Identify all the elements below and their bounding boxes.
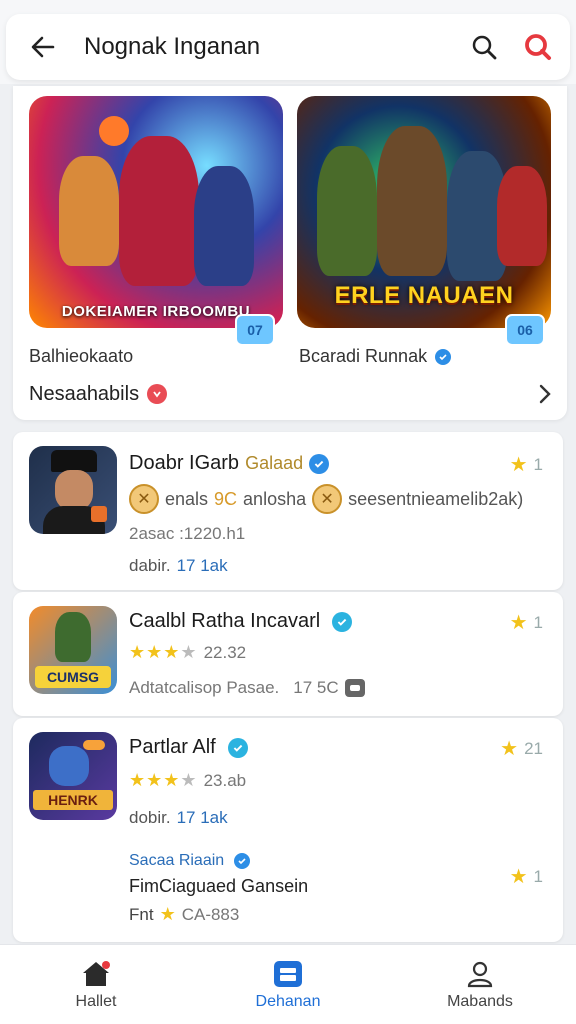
app-icon: HENRK <box>29 732 117 820</box>
rating: ★ 1 <box>510 610 543 635</box>
featured-name: Bcaradi Runnak <box>299 346 452 367</box>
rating: ★ 21 <box>500 736 543 761</box>
meta-value: 17 5C <box>293 678 339 697</box>
score-value: 22.32 <box>203 642 247 662</box>
meta-line: Adtatcalisop Pasae. 17 5C <box>129 678 365 698</box>
app-icon <box>29 446 117 534</box>
score-value: 23.ab <box>203 770 247 790</box>
meta-value: 17 1ak <box>176 808 228 827</box>
controller-icon <box>344 679 365 697</box>
meta-value: 17 1ak <box>176 556 228 575</box>
nav-label: Dehanan <box>255 992 321 1010</box>
verified-icon <box>309 453 330 474</box>
star-icon: ★ <box>509 454 528 476</box>
app-header: Nognak Inganan <box>0 0 576 84</box>
featured-artwork: DOKEIAMER IRBOOMBU <box>29 96 283 328</box>
feature-row: ✕ enals 9C anlosha ✕ seesentnieamelib2ak… <box>129 484 523 514</box>
featured-name: Balhieokaato <box>29 346 133 367</box>
app-title-text: Caalbl Ratha Incavarl <box>129 610 321 632</box>
rating-value: 21 <box>524 738 543 758</box>
app-title: Caalbl Ratha Incavarl <box>129 610 353 633</box>
app-title-sub: Galaad <box>245 453 304 473</box>
brand-search-button[interactable] <box>516 25 560 69</box>
section-header[interactable]: Nesaahabils <box>29 376 553 412</box>
featured-item[interactable]: ERLE NAUAEN 06 Bcaradi Runnak <box>297 96 551 366</box>
footer-label: Fnt <box>129 904 154 924</box>
rating-value: 1 <box>533 612 543 632</box>
search-button[interactable] <box>462 25 506 69</box>
app-icon-label: HENRK <box>33 790 113 810</box>
stars-row: ★★★★ 22.32 <box>129 642 246 663</box>
sub-title: FimCiaguaed Gansein <box>129 876 309 896</box>
rating-value: 1 <box>533 454 543 474</box>
featured-name-label: Bcaradi Runnak <box>299 346 428 366</box>
featured-banner: DOKEIAMER IRBOOMBU <box>61 303 251 320</box>
store-icon <box>274 960 302 987</box>
star-icon: ★ <box>509 612 528 634</box>
star-icon: ★ <box>159 904 176 924</box>
coin-icon: ✕ <box>129 484 159 514</box>
nav-profile[interactable]: Mabands <box>384 945 576 1024</box>
star-icon: ★ <box>509 866 528 888</box>
star-rating: ★★★★ <box>129 642 198 662</box>
feature-text: enals <box>165 488 209 509</box>
meta-line: dabir. 17 1ak <box>129 556 228 576</box>
meta-line: 2asac :1220.h1 <box>129 524 246 543</box>
rating-value: 1 <box>533 866 543 886</box>
app-title: Doabr IGarb Galaad <box>129 452 330 475</box>
section-title: Nesaahabils <box>29 382 140 405</box>
star-icon: ★ <box>500 738 519 760</box>
featured-item[interactable]: DOKEIAMER IRBOOMBU 07 Balhieokaato <box>29 96 283 366</box>
feature-text: seesentnieamelib2ak) <box>348 488 524 509</box>
profile-icon <box>467 961 493 987</box>
arrow-left-icon <box>31 36 55 58</box>
star-rating: ★★★★ <box>129 770 198 790</box>
rating: ★ 1 <box>510 452 543 477</box>
featured-badge: 07 <box>235 314 275 346</box>
meta-label: dabir. <box>129 556 171 575</box>
chevron-right-icon[interactable] <box>537 383 553 405</box>
app-icon: CUMSG <box>29 606 117 694</box>
app-title-text: Partlar Alf <box>129 736 216 758</box>
search-icon <box>472 35 497 60</box>
meta-line: dobir. 17 1ak <box>129 808 228 828</box>
verified-icon <box>435 348 452 365</box>
home-icon <box>83 960 110 986</box>
verified-icon <box>227 737 248 758</box>
search-icon-red <box>525 34 551 60</box>
featured-name-label: Balhieokaato <box>29 346 134 366</box>
nav-store[interactable]: Dehanan <box>192 945 384 1024</box>
meta-text: Adtatcalisop Pasae. <box>129 678 280 697</box>
chevron-down-icon <box>147 384 168 404</box>
app-title-text: Doabr IGarb <box>129 452 240 474</box>
app-icon-label: CUMSG <box>35 666 111 688</box>
app-title: Partlar Alf <box>129 736 248 759</box>
nav-label: Mabands <box>447 992 513 1010</box>
nav-home[interactable]: Hallet <box>0 945 192 1024</box>
footer-value: CA-883 <box>181 904 240 924</box>
coin-icon: ✕ <box>312 484 343 514</box>
footer-row: Fnt ★ CA-883 <box>129 904 239 925</box>
verified-icon <box>234 853 251 869</box>
featured-section: DOKEIAMER IRBOOMBU 07 Balhieokaato ERLE … <box>13 86 567 420</box>
page-title: Nognak Inganan <box>84 33 261 60</box>
rating: ★ 1 <box>510 864 543 889</box>
nav-label: Hallet <box>75 992 117 1010</box>
stars-row: ★★★★ 23.ab <box>129 770 246 791</box>
featured-banner: ERLE NAUAEN <box>334 282 514 309</box>
back-button[interactable] <box>16 20 70 74</box>
developer-row: Sacaa Riaain <box>129 852 251 870</box>
list-item[interactable]: CUMSG Caalbl Ratha Incavarl ★ 1 ★★★★ 22.… <box>13 592 563 716</box>
developer-name: Sacaa Riaain <box>129 852 225 869</box>
featured-badge: 06 <box>505 314 545 346</box>
featured-artwork: ERLE NAUAEN <box>297 96 551 328</box>
meta-label: dobir. <box>129 808 171 827</box>
feature-mid: 9C <box>214 488 238 509</box>
verified-icon <box>332 611 353 632</box>
list-item[interactable]: Doabr IGarb Galaad ★ 1 ✕ enals 9C anlosh… <box>13 432 563 590</box>
bottom-nav: Hallet Dehanan Mabands <box>0 944 576 1024</box>
feature-text: anlosha <box>243 488 307 509</box>
header-bar: Nognak Inganan <box>6 14 570 80</box>
list-item[interactable]: HENRK Partlar Alf ★ 21 ★★★★ 23.ab dobir.… <box>13 718 563 942</box>
